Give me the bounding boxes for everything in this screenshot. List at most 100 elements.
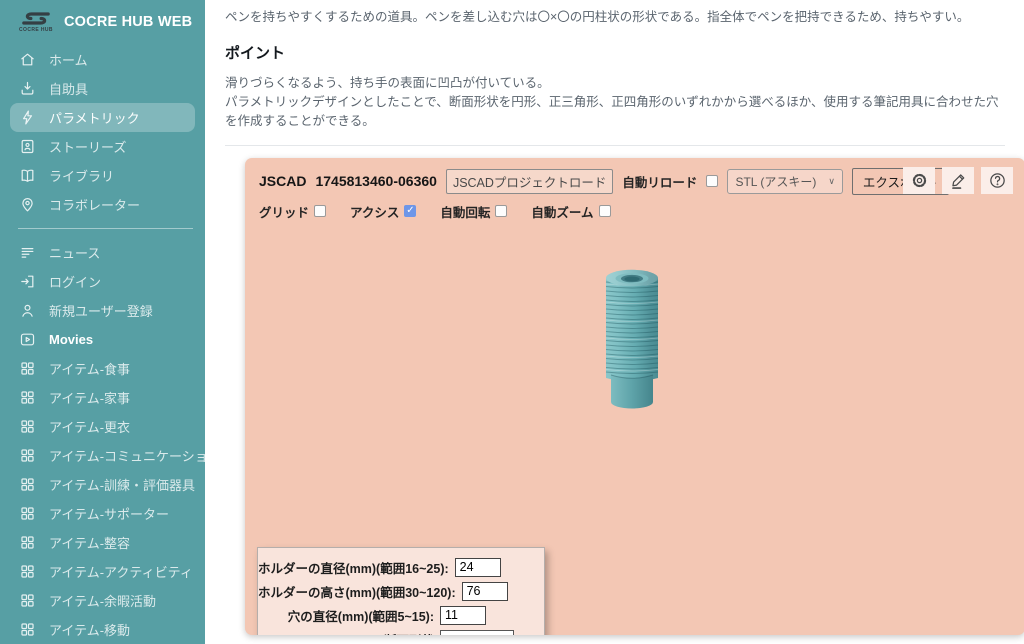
- sidebar-item-label: 自助具: [49, 79, 88, 98]
- sidebar-item-label: アイテム-余暇活動: [49, 591, 156, 610]
- sidebar-item-label: ストーリーズ: [49, 137, 126, 156]
- grid-label: グリッド: [259, 202, 309, 221]
- auto-reload-label: 自動リロード: [622, 172, 697, 191]
- auto-reload-checkbox[interactable]: [706, 175, 718, 187]
- export-format-select[interactable]: STL (アスキー) ∨: [727, 169, 842, 194]
- sidebar-item-items-activity[interactable]: アイテム-アクティビティ: [10, 557, 195, 586]
- sidebar: COCRE HUB COCRE HUB WEB ホーム 自助具 パラメトリック …: [0, 0, 205, 644]
- sidebar-item-library[interactable]: ライブラリ: [10, 161, 195, 190]
- auto-rotate-label: 自動回転: [440, 202, 490, 221]
- sidebar-item-label: アイテム-更衣: [49, 417, 130, 436]
- cross-section-label: 断面形状: [258, 630, 440, 635]
- help-button[interactable]: [981, 167, 1013, 194]
- sidebar-item-items-dressing[interactable]: アイテム-更衣: [10, 412, 195, 441]
- sidebar-item-register[interactable]: 新規ユーザー登録: [10, 296, 195, 325]
- 3d-canvas[interactable]: ホルダーの直径(mm)(範囲16~25): ホルダーの高さ(mm)(範囲30~1…: [245, 220, 1024, 635]
- sidebar-divider: [18, 228, 193, 229]
- sidebar-item-selfhelp-tools[interactable]: 自助具: [10, 74, 195, 103]
- app-logo[interactable]: COCRE HUB COCRE HUB WEB: [0, 0, 205, 41]
- hole-diameter-input[interactable]: [440, 606, 486, 625]
- sidebar-item-label: ニュース: [49, 243, 100, 262]
- load-project-button[interactable]: JSCADプロジェクトロード: [446, 169, 613, 194]
- sidebar-item-label: アイテム-アクティビティ: [49, 562, 193, 581]
- section-title: ポイント: [225, 42, 1010, 63]
- sidebar-item-collaborators[interactable]: コラボレーター: [10, 190, 195, 219]
- bolt-icon: [19, 109, 36, 126]
- sidebar-item-label: 新規ユーザー登録: [49, 301, 153, 320]
- viewer-title: JSCAD 1745813460-06360: [259, 173, 437, 189]
- sidebar-item-items-leisure[interactable]: アイテム-余暇活動: [10, 586, 195, 615]
- holder-diameter-label: ホルダーの直径(mm)(範囲16~25):: [258, 558, 455, 577]
- sidebar-item-movies[interactable]: Movies: [10, 325, 195, 354]
- sidebar-item-login[interactable]: ログイン: [10, 267, 195, 296]
- grid-icon: [19, 563, 36, 580]
- sidebar-item-label: ログイン: [49, 272, 101, 291]
- sidebar-item-label: アイテム-家事: [49, 388, 130, 407]
- grid-icon: [19, 592, 36, 609]
- app-name: JSCAD: [259, 173, 306, 189]
- axis-checkbox[interactable]: [404, 205, 416, 217]
- project-id: 1745813460-06360: [315, 173, 436, 189]
- sidebar-item-label: アイテム-移動: [49, 620, 130, 639]
- download-icon: [19, 80, 36, 97]
- grid-icon: [19, 476, 36, 493]
- logo-subtext: COCRE HUB: [19, 27, 53, 33]
- stories-icon: [19, 138, 36, 155]
- movie-icon: [19, 331, 36, 348]
- holder-height-input[interactable]: [462, 582, 508, 601]
- grid-icon: [19, 505, 36, 522]
- sidebar-item-label: アイテム-整容: [49, 533, 130, 552]
- chevron-down-icon: ∨: [828, 176, 835, 187]
- sidebar-item-items-grooming[interactable]: アイテム-整容: [10, 528, 195, 557]
- content-divider: [225, 145, 1005, 146]
- sidebar-item-items-mobility[interactable]: アイテム-移動: [10, 615, 195, 644]
- parameter-panel: ホルダーの直径(mm)(範囲16~25): ホルダーの高さ(mm)(範囲30~1…: [257, 547, 545, 635]
- grid-toggle: グリッド: [259, 202, 326, 221]
- grid-icon: [19, 621, 36, 638]
- sidebar-item-news[interactable]: ニュース: [10, 238, 195, 267]
- auto-rotate-toggle: 自動回転: [440, 202, 507, 221]
- axis-toggle: アクシス: [350, 202, 416, 221]
- news-icon: [19, 244, 36, 261]
- jscad-viewer-card: JSCAD 1745813460-06360 JSCADプロジェクトロード 自動リ…: [245, 158, 1024, 635]
- app-title: COCRE HUB WEB: [64, 14, 192, 30]
- grid-icon: [19, 418, 36, 435]
- auto-rotate-checkbox[interactable]: [495, 205, 507, 217]
- settings-button[interactable]: [903, 167, 935, 194]
- gear-icon: [910, 171, 929, 190]
- sidebar-item-label: アイテム-サポーター: [49, 504, 169, 523]
- pencil-icon: [949, 171, 968, 190]
- axis-label: アクシス: [350, 202, 399, 221]
- sidebar-item-items-meal[interactable]: アイテム-食事: [10, 354, 195, 383]
- sidebar-item-items-training[interactable]: アイテム-訓練・評価器具: [10, 470, 195, 499]
- cross-section-value: 円: [447, 630, 460, 635]
- auto-zoom-toggle: 自動ズーム: [531, 202, 610, 221]
- holder-diameter-input[interactable]: [455, 558, 501, 577]
- item-description: ペンを持ちやすくするための道具。ペンを差し込む穴は〇×〇の円柱状の形状である。指…: [225, 8, 1010, 27]
- holder-height-label: ホルダーの高さ(mm)(範囲30~120):: [258, 582, 462, 601]
- pin-icon: [19, 196, 36, 213]
- sidebar-item-home[interactable]: ホーム: [10, 45, 195, 74]
- sidebar-item-stories[interactable]: ストーリーズ: [10, 132, 195, 161]
- user-icon: [19, 302, 36, 319]
- sidebar-item-label: コラボレーター: [49, 195, 140, 214]
- sidebar-item-items-supporter[interactable]: アイテム-サポーター: [10, 499, 195, 528]
- sidebar-item-items-housework[interactable]: アイテム-家事: [10, 383, 195, 412]
- grid-icon: [19, 389, 36, 406]
- sidebar-item-parametric[interactable]: パラメトリック: [10, 103, 195, 132]
- auto-zoom-checkbox[interactable]: [599, 205, 611, 217]
- sidebar-item-label: ホーム: [49, 50, 88, 69]
- cross-section-select[interactable]: 円 ∨: [440, 630, 514, 635]
- login-icon: [19, 273, 36, 290]
- grid-checkbox[interactable]: [314, 205, 326, 217]
- pen-holder-3d-model: [603, 266, 661, 416]
- edit-button[interactable]: [942, 167, 974, 194]
- grid-icon: [19, 360, 36, 377]
- sidebar-item-label: ライブラリ: [49, 166, 114, 185]
- chevron-down-icon: ∨: [500, 634, 507, 635]
- library-icon: [19, 167, 36, 184]
- sidebar-item-items-communication[interactable]: アイテム-コミュニケーション: [10, 441, 195, 470]
- cocre-hub-logo-icon: COCRE HUB: [17, 11, 55, 33]
- sidebar-item-label: アイテム-訓練・評価器具: [49, 475, 195, 494]
- sidebar-item-label: アイテム-食事: [49, 359, 130, 378]
